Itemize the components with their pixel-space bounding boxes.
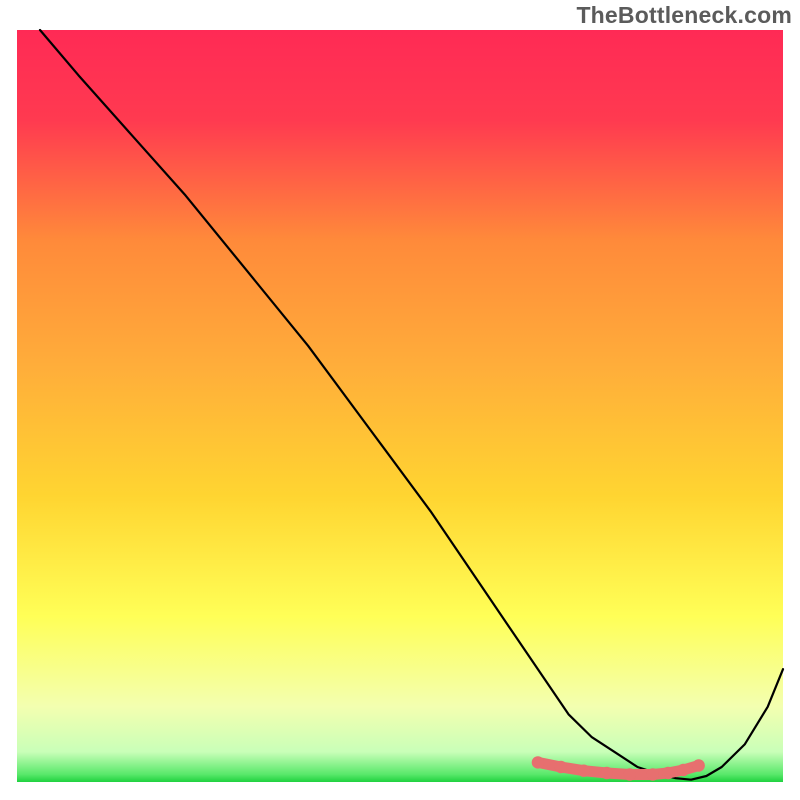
marker-dot xyxy=(662,767,674,779)
marker-overlay xyxy=(0,0,800,800)
flat-region-dots xyxy=(532,756,705,781)
marker-dot xyxy=(693,759,705,771)
marker-dot xyxy=(624,768,636,780)
marker-dot xyxy=(677,764,689,776)
marker-dot xyxy=(555,761,567,773)
marker-dot xyxy=(647,768,659,780)
chart-container: TheBottleneck.com xyxy=(0,0,800,800)
marker-dot xyxy=(532,756,544,768)
watermark-label: TheBottleneck.com xyxy=(576,2,792,29)
marker-dot xyxy=(601,767,613,779)
marker-dot xyxy=(578,765,590,777)
